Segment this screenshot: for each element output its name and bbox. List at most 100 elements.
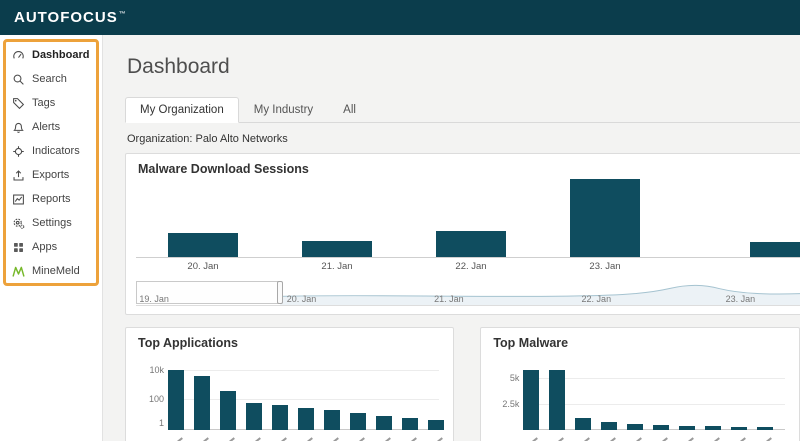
bar: [246, 403, 262, 430]
sidebar-item-exports[interactable]: Exports: [0, 163, 102, 187]
bar: [302, 241, 372, 257]
bell-icon: [12, 121, 25, 134]
bar: [627, 424, 643, 430]
x-tick-mark: [602, 437, 616, 441]
panel-title: Top Applications: [126, 328, 453, 354]
sidebar-item-reports[interactable]: Reports: [0, 187, 102, 211]
dashboard-icon: [12, 49, 25, 62]
timeline-date-label: 22. Jan: [582, 294, 612, 304]
chart-icon: [12, 193, 25, 206]
sidebar-item-label: Apps: [32, 241, 57, 253]
sidebar-item-label: Reports: [32, 193, 71, 205]
top-malware-chart: 5k2.5k: [491, 356, 789, 441]
main-content: Dashboard My Organization My Industry Al…: [103, 35, 800, 441]
malware-sessions-chart: [136, 180, 800, 258]
bar: [168, 370, 184, 430]
x-tick-label: 22. Jan: [404, 258, 538, 272]
bar: [653, 425, 669, 430]
x-tick-mark: [325, 437, 339, 441]
x-tick-mark: [628, 437, 642, 441]
bar: [705, 426, 721, 430]
tab-my-organization[interactable]: My Organization: [125, 97, 239, 123]
search-icon: [12, 73, 25, 86]
x-tick-mark: [273, 437, 287, 441]
organization-label: Organization: Palo Alto Networks: [127, 133, 800, 145]
x-tick-label: [672, 258, 800, 272]
sidebar-item-dashboard[interactable]: Dashboard: [0, 43, 102, 67]
bar: [679, 426, 695, 430]
bar: [436, 231, 506, 257]
x-tick-mark: [550, 437, 564, 441]
sidebar-item-label: MineMeld: [32, 265, 80, 277]
top-applications-panel: Top Applications 10k 100 1: [125, 327, 454, 441]
bar: [757, 427, 773, 430]
sidebar-item-alerts[interactable]: Alerts: [0, 115, 102, 139]
bar: [324, 410, 340, 430]
x-tick-label: 20. Jan: [136, 258, 270, 272]
sidebar-item-settings[interactable]: Settings: [0, 211, 102, 235]
bar: [194, 376, 210, 430]
x-tick-mark: [221, 437, 235, 441]
bars: [523, 370, 785, 430]
bar: [601, 422, 617, 430]
tab-all[interactable]: All: [328, 97, 371, 123]
panel-title: Top Malware: [481, 328, 799, 354]
x-tick-mark: [706, 437, 720, 441]
sidebar: Dashboard Search Tags Alerts Indicators: [0, 35, 103, 441]
sidebar-item-label: Dashboard: [32, 49, 89, 61]
sidebar-item-apps[interactable]: Apps: [0, 235, 102, 259]
y-tick-label: 100: [136, 394, 164, 404]
gear-icon: [12, 217, 25, 230]
time-range-selector[interactable]: 19. Jan 20. Jan 21. Jan 22. Jan 23. Jan: [136, 280, 800, 306]
bar: [350, 413, 366, 430]
bar: [549, 370, 565, 430]
timeline-date-label: 19. Jan: [139, 294, 169, 304]
sidebar-item-label: Indicators: [32, 145, 80, 157]
timeline-date-label: 20. Jan: [287, 294, 317, 304]
bar: [523, 370, 539, 430]
y-tick-label: 10k: [136, 365, 164, 375]
sidebar-item-search[interactable]: Search: [0, 67, 102, 91]
x-tick-mark: [429, 437, 443, 441]
sidebar-item-tags[interactable]: Tags: [0, 91, 102, 115]
sidebar-item-indicators[interactable]: Indicators: [0, 139, 102, 163]
x-tick-mark: [299, 437, 313, 441]
bar: [220, 391, 236, 430]
export-icon: [12, 169, 25, 182]
timeline-date-label: 21. Jan: [434, 294, 464, 304]
trademark-symbol: ™: [119, 11, 127, 18]
x-tick-mark: [351, 437, 365, 441]
tab-bar: My Organization My Industry All: [125, 97, 800, 123]
top-applications-chart: 10k 100 1: [136, 356, 443, 441]
sidebar-item-label: Settings: [32, 217, 72, 229]
x-tick-mark: [524, 437, 538, 441]
x-tick-mark: [758, 437, 772, 441]
x-tick-mark: [377, 437, 391, 441]
bar: [575, 418, 591, 430]
bars: [168, 370, 439, 430]
y-tick-label: 1: [136, 418, 164, 428]
autofocus-logo: AUTOFOCUS™: [14, 9, 127, 26]
x-tick-mark: [169, 437, 183, 441]
timeline-date-label: 23. Jan: [726, 294, 756, 304]
sidebar-item-minemeld[interactable]: MineMeld: [0, 259, 102, 283]
tag-icon: [12, 97, 25, 110]
panel-title: Malware Download Sessions: [126, 154, 800, 180]
bar: [272, 405, 288, 430]
bar: [376, 416, 392, 430]
brush-handle[interactable]: [277, 281, 283, 304]
sidebar-item-label: Exports: [32, 169, 69, 181]
sidebar-item-label: Tags: [32, 97, 55, 109]
sidebar-item-label: Search: [32, 73, 67, 85]
bar: [168, 233, 238, 257]
malware-sessions-x-axis: 20. Jan21. Jan22. Jan23. Jan: [136, 258, 800, 272]
apps-grid-icon: [12, 241, 25, 254]
tab-my-industry[interactable]: My Industry: [239, 97, 328, 123]
x-tick-mark: [403, 437, 417, 441]
page-title: Dashboard: [127, 55, 800, 79]
bar: [428, 420, 444, 430]
x-tick-label: 23. Jan: [538, 258, 672, 272]
x-tick-mark: [654, 437, 668, 441]
x-tick-mark: [195, 437, 209, 441]
top-malware-panel: Top Malware 5k2.5k: [480, 327, 800, 441]
